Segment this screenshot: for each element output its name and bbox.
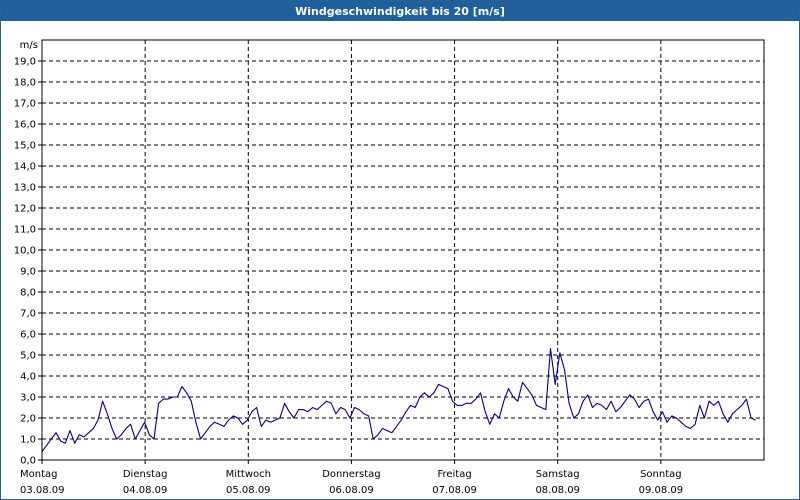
y-tick-label: 10,0 [14,246,36,257]
x-tick-day-label: Donnerstag [322,469,380,480]
y-tick-label: 5,0 [20,351,36,362]
y-tick-label: 8,0 [20,288,36,299]
y-tick-label: 16,0 [14,120,36,131]
x-tick-day-label: Sonntag [640,469,682,480]
y-tick-label: 7,0 [20,309,36,320]
y-tick-label: 11,0 [14,225,36,236]
y-axis-label: m/s [20,40,38,51]
x-tick-date-label: 04.08.09 [123,485,168,496]
x-tick-date-label: 08.08.09 [535,485,580,496]
y-tick-label: 1,0 [20,435,36,446]
y-tick-label: 12,0 [14,204,36,215]
x-tick-date-label: 03.08.09 [20,485,65,496]
x-tick-day-label: Mittwoch [226,469,271,480]
x-tick-date-label: 09.08.09 [639,485,684,496]
x-tick-date-label: 07.08.09 [432,485,477,496]
y-tick-label: 19,0 [14,57,36,68]
x-tick-day-label: Montag [20,469,57,480]
y-tick-label: 2,0 [20,414,36,425]
series-line [41,348,756,452]
y-tick-label: 3,0 [20,393,36,404]
y-tick-label: 13,0 [14,183,36,194]
y-tick-label: 4,0 [20,372,36,383]
chart-svg: 0,0 1,0 2,0 3,0 4,0 5,0 6,0 7,0 8,0 9,0 10,0 11,0 12… [14,39,765,496]
y-tick-label: 0,0 [20,456,36,467]
x-tick-day-label: Samstag [536,469,580,480]
y-tick-label: 6,0 [20,330,36,341]
x-tick-day-label: Dienstag [123,469,168,480]
y-tick-label: 15,0 [14,141,36,152]
y-tick-label: 14,0 [14,162,36,173]
y-tick-label: 17,0 [14,99,36,110]
x-tick-date-label: 05.08.09 [226,485,271,496]
y-tick-label: 18,0 [14,78,36,89]
y-tick-label: 9,0 [20,267,36,278]
x-tick-day-label: Freitag [437,469,471,480]
x-tick-date-label: 06.08.09 [329,485,374,496]
